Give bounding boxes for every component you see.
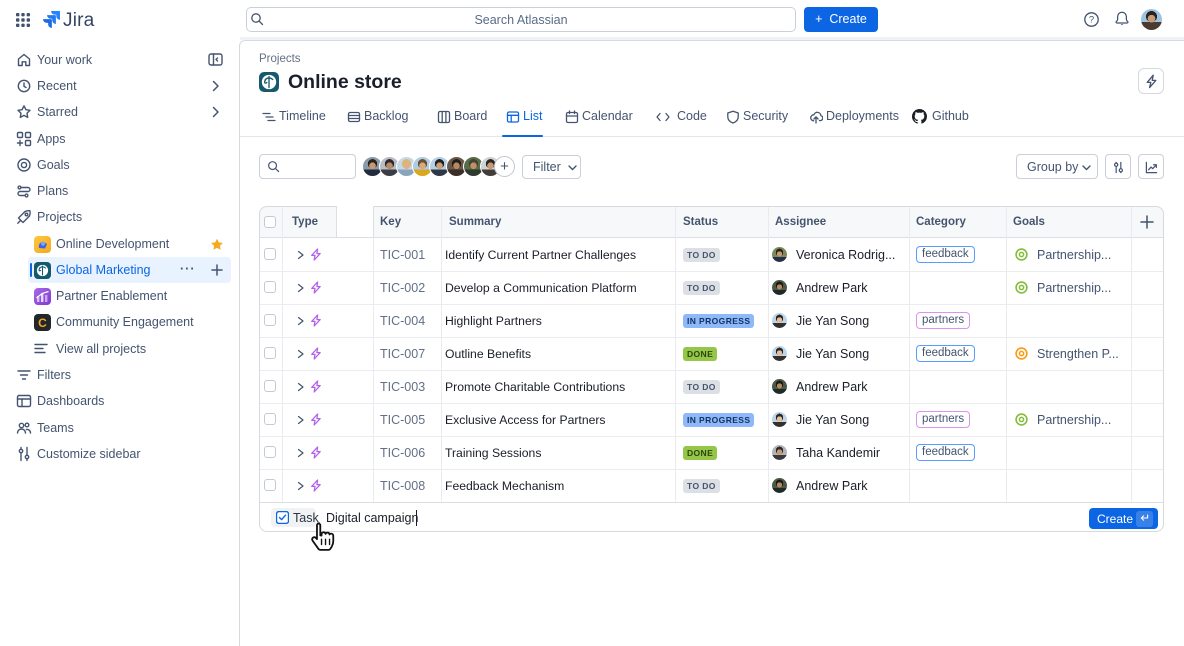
svg-text:?: ?	[1089, 15, 1094, 26]
svg-text:C: C	[38, 316, 47, 330]
